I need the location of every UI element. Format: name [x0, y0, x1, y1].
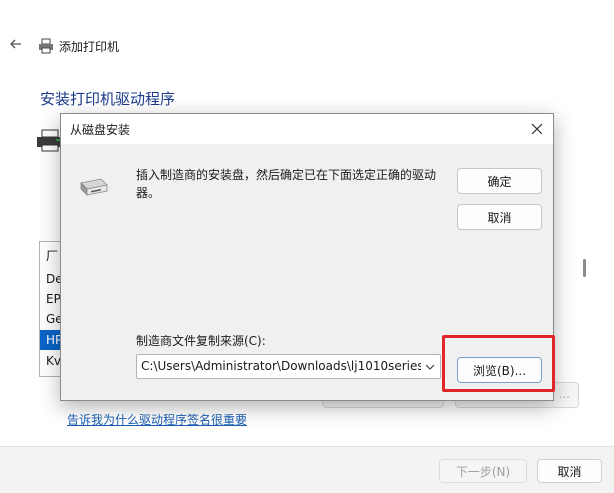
dialog-cancel-button[interactable]: 取消 [457, 204, 542, 230]
copy-from-combobox[interactable]: C:\Users\Administrator\Downloads\lj1010s… [136, 354, 441, 379]
copy-from-path[interactable]: C:\Users\Administrator\Downloads\lj1010s… [141, 359, 421, 373]
dialog-titlebar: 从磁盘安装 [61, 114, 553, 144]
have-disk-button-label: ... [558, 387, 570, 401]
model-list-scrollbar[interactable] [578, 241, 592, 375]
manufacturer-item[interactable]: EP [46, 292, 61, 306]
printer-icon [39, 38, 53, 54]
browse-button[interactable]: 浏览(B)... [457, 357, 542, 383]
window-title: 添加打印机 [59, 40, 120, 54]
chevron-down-icon[interactable] [424, 361, 436, 373]
disk-drive-icon [80, 178, 108, 196]
copy-from-label: 制造商文件复制来源(C): [136, 334, 266, 348]
cancel-button[interactable]: 取消 [537, 459, 602, 483]
dialog-title: 从磁盘安装 [70, 123, 131, 137]
manufacturer-list-header: 厂 [46, 249, 59, 263]
driver-signing-link[interactable]: 告诉我为什么驱动程序签名很重要 [67, 411, 247, 428]
scrollbar-thumb[interactable] [583, 259, 586, 277]
page-heading: 安装打印机驱动程序 [40, 90, 176, 108]
ok-button[interactable]: 确定 [457, 168, 542, 194]
install-from-disk-dialog: 从磁盘安装 插入制造商的安装盘，然后确定已在下面选定正确的驱动器。 确定 取消 … [60, 113, 555, 401]
close-icon[interactable] [529, 121, 545, 137]
dialog-instructions: 插入制造商的安装盘，然后确定已在下面选定正确的驱动器。 [136, 168, 437, 200]
next-button[interactable]: 下一步(N) [439, 459, 527, 483]
back-arrow-icon[interactable] [8, 36, 24, 52]
manufacturer-item[interactable]: Kv [46, 354, 61, 368]
